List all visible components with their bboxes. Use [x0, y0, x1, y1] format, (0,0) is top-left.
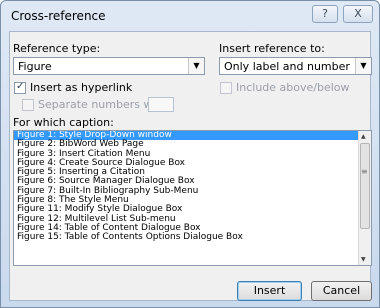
- caption-scrollbar[interactable]: ▲ ≡ ▼: [358, 131, 371, 265]
- include-above-below-label: Include above/below: [236, 81, 350, 94]
- insert-button[interactable]: Insert: [237, 281, 302, 301]
- close-button[interactable]: X: [343, 5, 373, 23]
- cross-reference-dialog: Cross-reference ? X Reference type: Figu…: [0, 0, 380, 308]
- grip-icon: ≡: [361, 167, 368, 176]
- chevron-down-icon: ▼: [355, 58, 371, 74]
- scroll-down-icon[interactable]: ▼: [361, 256, 366, 263]
- insert-reference-to-value: Only label and number: [224, 60, 350, 73]
- insert-reference-to-label: Insert reference to:: [219, 42, 325, 55]
- close-icon: X: [354, 7, 362, 20]
- cancel-button[interactable]: Cancel: [311, 281, 372, 301]
- title-bar: Cross-reference ? X: [1, 1, 379, 31]
- scroll-up-icon[interactable]: ▲: [361, 133, 366, 140]
- insert-as-hyperlink-label: Insert as hyperlink: [30, 81, 133, 94]
- scroll-thumb[interactable]: [360, 143, 370, 229]
- insert-reference-to-dropdown[interactable]: Only label and number ▼: [219, 57, 372, 75]
- help-button[interactable]: ?: [312, 5, 338, 23]
- cancel-button-label: Cancel: [322, 284, 361, 297]
- caption-listbox[interactable]: Figure 1: Style Drop-Down window Figure 2…: [13, 130, 372, 266]
- reference-type-value: Figure: [18, 60, 52, 73]
- caption-list-label: For which caption:: [13, 116, 114, 129]
- reference-type-dropdown[interactable]: Figure ▼: [13, 57, 205, 75]
- reference-type-label: Reference type:: [13, 42, 101, 55]
- help-icon: ?: [322, 7, 328, 20]
- dialog-title: Cross-reference: [11, 9, 106, 23]
- separate-numbers-field[interactable]: [148, 97, 174, 112]
- insert-button-label: Insert: [253, 284, 286, 297]
- caption-list-item[interactable]: Figure 15: Table of Contents Options Dia…: [14, 232, 371, 242]
- separate-numbers-checkbox[interactable]: [22, 99, 34, 111]
- insert-as-hyperlink-checkbox[interactable]: [14, 81, 26, 94]
- chevron-down-icon: ▼: [188, 58, 204, 74]
- include-above-below-checkbox[interactable]: [220, 82, 232, 94]
- caption-items: Figure 1: Style Drop-Down window Figure 2…: [14, 131, 371, 243]
